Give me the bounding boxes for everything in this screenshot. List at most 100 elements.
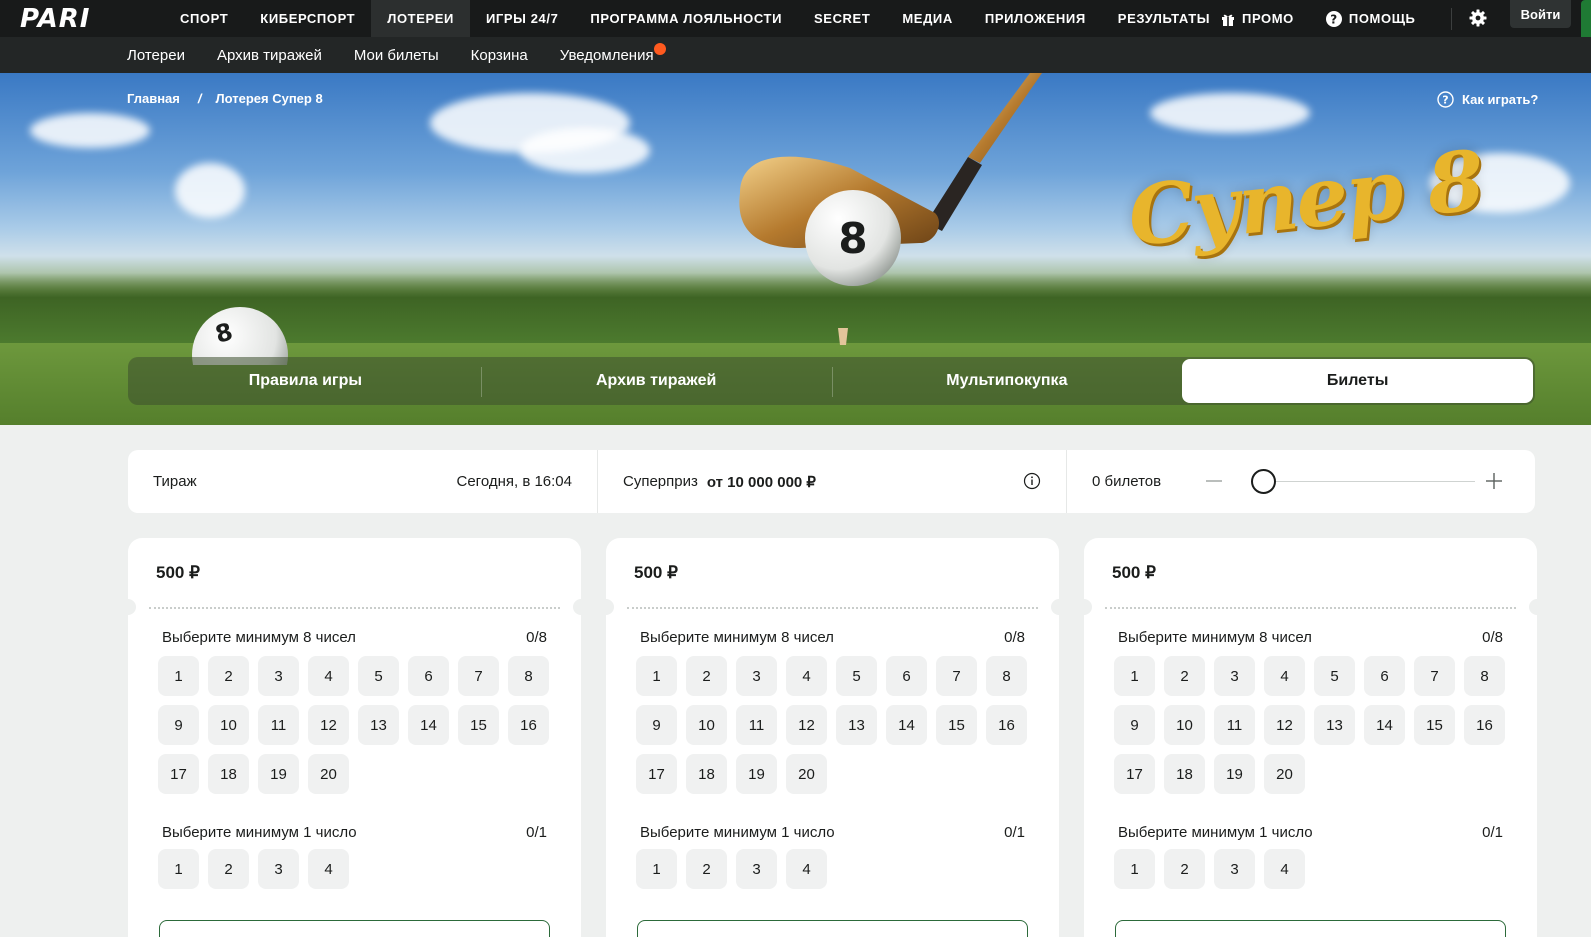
ticket-action-button[interactable] xyxy=(1115,920,1506,937)
tab-draw-archive[interactable]: Архив тиражей xyxy=(480,359,832,403)
number-button[interactable]: 4 xyxy=(308,849,349,889)
number-button[interactable]: 3 xyxy=(736,849,777,889)
number-button[interactable]: 2 xyxy=(208,849,249,889)
subnav-item-draw-archive[interactable]: Архив тиражей xyxy=(217,37,322,73)
number-button[interactable]: 9 xyxy=(158,705,199,745)
number-button[interactable]: 10 xyxy=(208,705,249,745)
number-button[interactable]: 9 xyxy=(636,705,677,745)
number-button[interactable]: 15 xyxy=(458,705,499,745)
how-to-play-link[interactable]: ? Как играть? xyxy=(1437,91,1538,108)
number-button[interactable]: 12 xyxy=(786,705,827,745)
number-button[interactable]: 6 xyxy=(886,656,927,696)
number-button[interactable]: 11 xyxy=(1214,705,1255,745)
number-button[interactable]: 12 xyxy=(308,705,349,745)
number-button[interactable]: 2 xyxy=(1164,849,1205,889)
number-button[interactable]: 20 xyxy=(308,754,349,794)
number-button[interactable]: 3 xyxy=(736,656,777,696)
subnav-item-notifications[interactable]: Уведомления xyxy=(560,37,666,73)
nav-item-sport[interactable]: СПОРТ xyxy=(164,0,244,37)
number-button[interactable]: 5 xyxy=(1314,656,1355,696)
slider-thumb[interactable] xyxy=(1251,469,1276,494)
number-button[interactable]: 12 xyxy=(1264,705,1305,745)
number-button[interactable]: 17 xyxy=(636,754,677,794)
number-button[interactable]: 15 xyxy=(1414,705,1455,745)
number-button[interactable]: 20 xyxy=(786,754,827,794)
number-button[interactable]: 15 xyxy=(936,705,977,745)
number-button[interactable]: 7 xyxy=(458,656,499,696)
slider-track[interactable] xyxy=(1263,481,1475,482)
number-button[interactable]: 4 xyxy=(308,656,349,696)
number-button[interactable]: 14 xyxy=(886,705,927,745)
number-button[interactable]: 1 xyxy=(158,656,199,696)
ticket-action-button[interactable] xyxy=(159,920,550,937)
number-button[interactable]: 19 xyxy=(736,754,777,794)
tab-rules[interactable]: Правила игры xyxy=(130,359,481,403)
number-button[interactable]: 18 xyxy=(208,754,249,794)
number-button[interactable]: 18 xyxy=(686,754,727,794)
number-button[interactable]: 8 xyxy=(986,656,1027,696)
number-button[interactable]: 18 xyxy=(1164,754,1205,794)
ticket-action-button[interactable] xyxy=(637,920,1028,937)
number-button[interactable]: 2 xyxy=(1164,656,1205,696)
number-button[interactable]: 13 xyxy=(1314,705,1355,745)
gear-icon[interactable] xyxy=(1468,8,1488,28)
minus-icon[interactable] xyxy=(1205,472,1223,490)
number-button[interactable]: 7 xyxy=(1414,656,1455,696)
nav-item-loyalty[interactable]: ПРОГРАММА ЛОЯЛЬНОСТИ xyxy=(574,0,798,37)
subnav-item-lotteries[interactable]: Лотереи xyxy=(127,37,185,73)
nav-item-results[interactable]: РЕЗУЛЬТАТЫ xyxy=(1102,0,1226,37)
number-button[interactable]: 2 xyxy=(686,849,727,889)
promo-link[interactable]: ПРОМО xyxy=(1221,11,1294,26)
nav-item-secret[interactable]: SECRET xyxy=(798,0,886,37)
number-button[interactable]: 2 xyxy=(686,656,727,696)
number-button[interactable]: 4 xyxy=(1264,849,1305,889)
number-button[interactable]: 1 xyxy=(636,656,677,696)
help-link[interactable]: ? ПОМОЩЬ xyxy=(1325,10,1416,27)
number-button[interactable]: 16 xyxy=(986,705,1027,745)
number-button[interactable]: 7 xyxy=(936,656,977,696)
nav-item-esports[interactable]: КИБЕРСПОРТ xyxy=(244,0,371,37)
number-button[interactable]: 3 xyxy=(1214,656,1255,696)
subnav-item-my-tickets[interactable]: Мои билеты xyxy=(354,37,439,73)
nav-item-games[interactable]: ИГРЫ 24/7 xyxy=(470,0,574,37)
subnav-item-cart[interactable]: Корзина xyxy=(471,37,528,73)
number-button[interactable]: 8 xyxy=(1464,656,1505,696)
number-button[interactable]: 6 xyxy=(1364,656,1405,696)
info-icon[interactable] xyxy=(1023,472,1041,490)
number-button[interactable]: 6 xyxy=(408,656,449,696)
number-button[interactable]: 19 xyxy=(1214,754,1255,794)
tab-tickets[interactable]: Билеты xyxy=(1182,359,1533,403)
number-button[interactable]: 4 xyxy=(786,849,827,889)
number-button[interactable]: 10 xyxy=(686,705,727,745)
nav-item-media[interactable]: МЕДИА xyxy=(886,0,969,37)
number-button[interactable]: 5 xyxy=(358,656,399,696)
number-button[interactable]: 1 xyxy=(1114,656,1155,696)
number-button[interactable]: 13 xyxy=(836,705,877,745)
plus-icon[interactable] xyxy=(1485,472,1503,490)
breadcrumb-home[interactable]: Главная xyxy=(127,91,180,106)
number-button[interactable]: 1 xyxy=(1114,849,1155,889)
number-button[interactable]: 11 xyxy=(258,705,299,745)
number-button[interactable]: 8 xyxy=(508,656,549,696)
number-button[interactable]: 4 xyxy=(1264,656,1305,696)
tab-multi-purchase[interactable]: Мультипокупка xyxy=(831,359,1183,403)
number-button[interactable]: 16 xyxy=(1464,705,1505,745)
number-button[interactable]: 17 xyxy=(1114,754,1155,794)
number-button[interactable]: 3 xyxy=(1214,849,1255,889)
number-button[interactable]: 13 xyxy=(358,705,399,745)
number-button[interactable]: 10 xyxy=(1164,705,1205,745)
number-button[interactable]: 3 xyxy=(258,656,299,696)
pari-logo[interactable]: PARI xyxy=(20,0,91,37)
number-button[interactable]: 17 xyxy=(158,754,199,794)
nav-item-lotteries[interactable]: ЛОТЕРЕИ xyxy=(371,0,470,37)
number-button[interactable]: 19 xyxy=(258,754,299,794)
nav-item-apps[interactable]: ПРИЛОЖЕНИЯ xyxy=(969,0,1102,37)
number-button[interactable]: 3 xyxy=(258,849,299,889)
number-button[interactable]: 20 xyxy=(1264,754,1305,794)
number-button[interactable]: 1 xyxy=(636,849,677,889)
number-button[interactable]: 5 xyxy=(836,656,877,696)
login-button[interactable]: Войти xyxy=(1510,0,1571,28)
number-button[interactable]: 1 xyxy=(158,849,199,889)
number-button[interactable]: 9 xyxy=(1114,705,1155,745)
number-button[interactable]: 14 xyxy=(408,705,449,745)
